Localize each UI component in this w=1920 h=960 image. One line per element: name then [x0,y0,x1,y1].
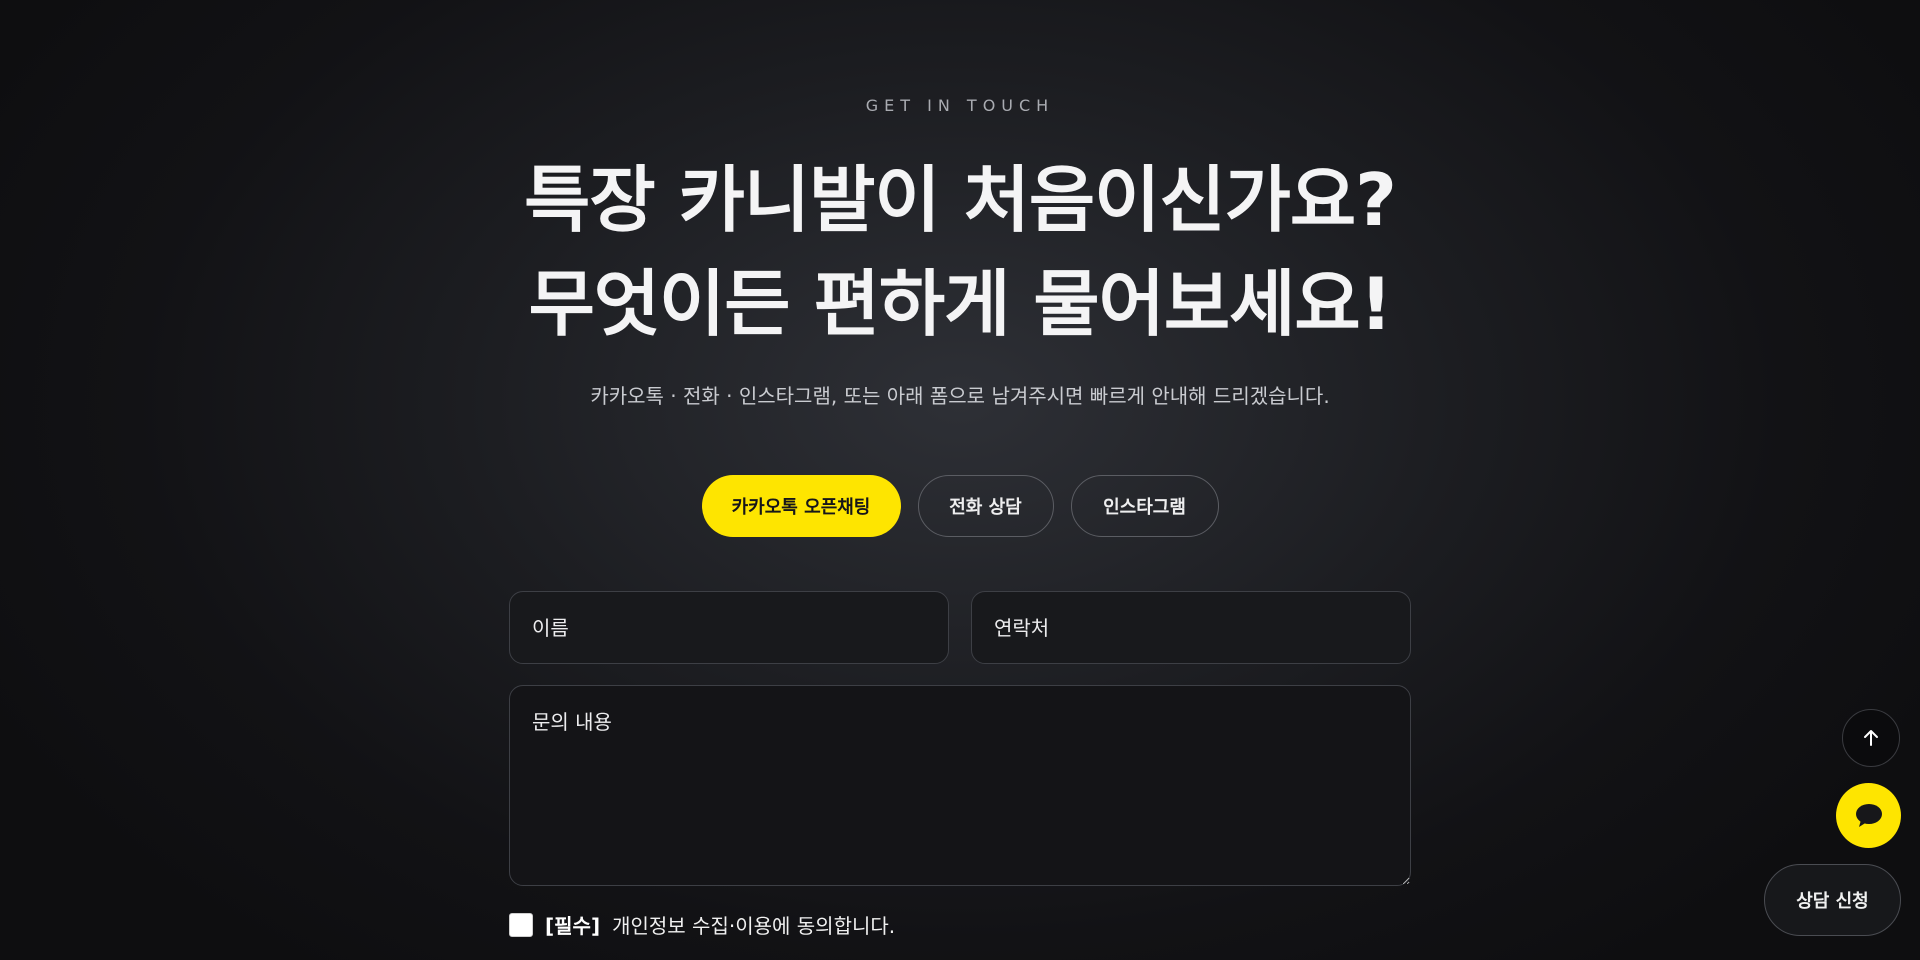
contact-input[interactable] [971,591,1411,664]
section-eyebrow: GET IN TOUCH [865,96,1055,115]
headline-line-2: 무엇이든 편하게 물어보세요! [528,262,1393,346]
section-subtitle: 카카오톡 · 전화 · 인스타그램, 또는 아래 폼으로 남겨주시면 빠르게 안… [590,384,1330,408]
consult-request-button[interactable]: 상담 신청 [1764,864,1901,936]
arrow-up-icon [1864,730,1878,746]
headline-line-1: 특장 카니발이 처음이신가요? [524,158,1397,242]
page-title: 특장 카니발이 처음이신가요? 무엇이든 편하게 물어보세요! [0,148,1920,356]
name-input[interactable] [509,591,949,664]
phone-consult-button[interactable]: 전화 상담 [917,475,1054,537]
scroll-top-button[interactable] [1842,709,1900,767]
contact-channel-buttons: 카카오톡 오픈채팅 전화 상담 인스타그램 [0,475,1920,537]
consent-label: 개인정보 수집·이용에 동의합니다. [612,914,896,938]
message-textarea[interactable] [509,685,1411,886]
instagram-button[interactable]: 인스타그램 [1070,475,1219,537]
consent-required-tag: [필수] [545,914,601,938]
privacy-consent: [필수] 개인정보 수집·이용에 동의합니다. [509,910,895,939]
kakao-openchat-button[interactable]: 카카오톡 오픈채팅 [701,475,901,537]
chat-bubble-icon [1855,803,1882,827]
kakao-chat-button[interactable] [1836,783,1901,848]
consent-checkbox[interactable] [509,912,533,937]
